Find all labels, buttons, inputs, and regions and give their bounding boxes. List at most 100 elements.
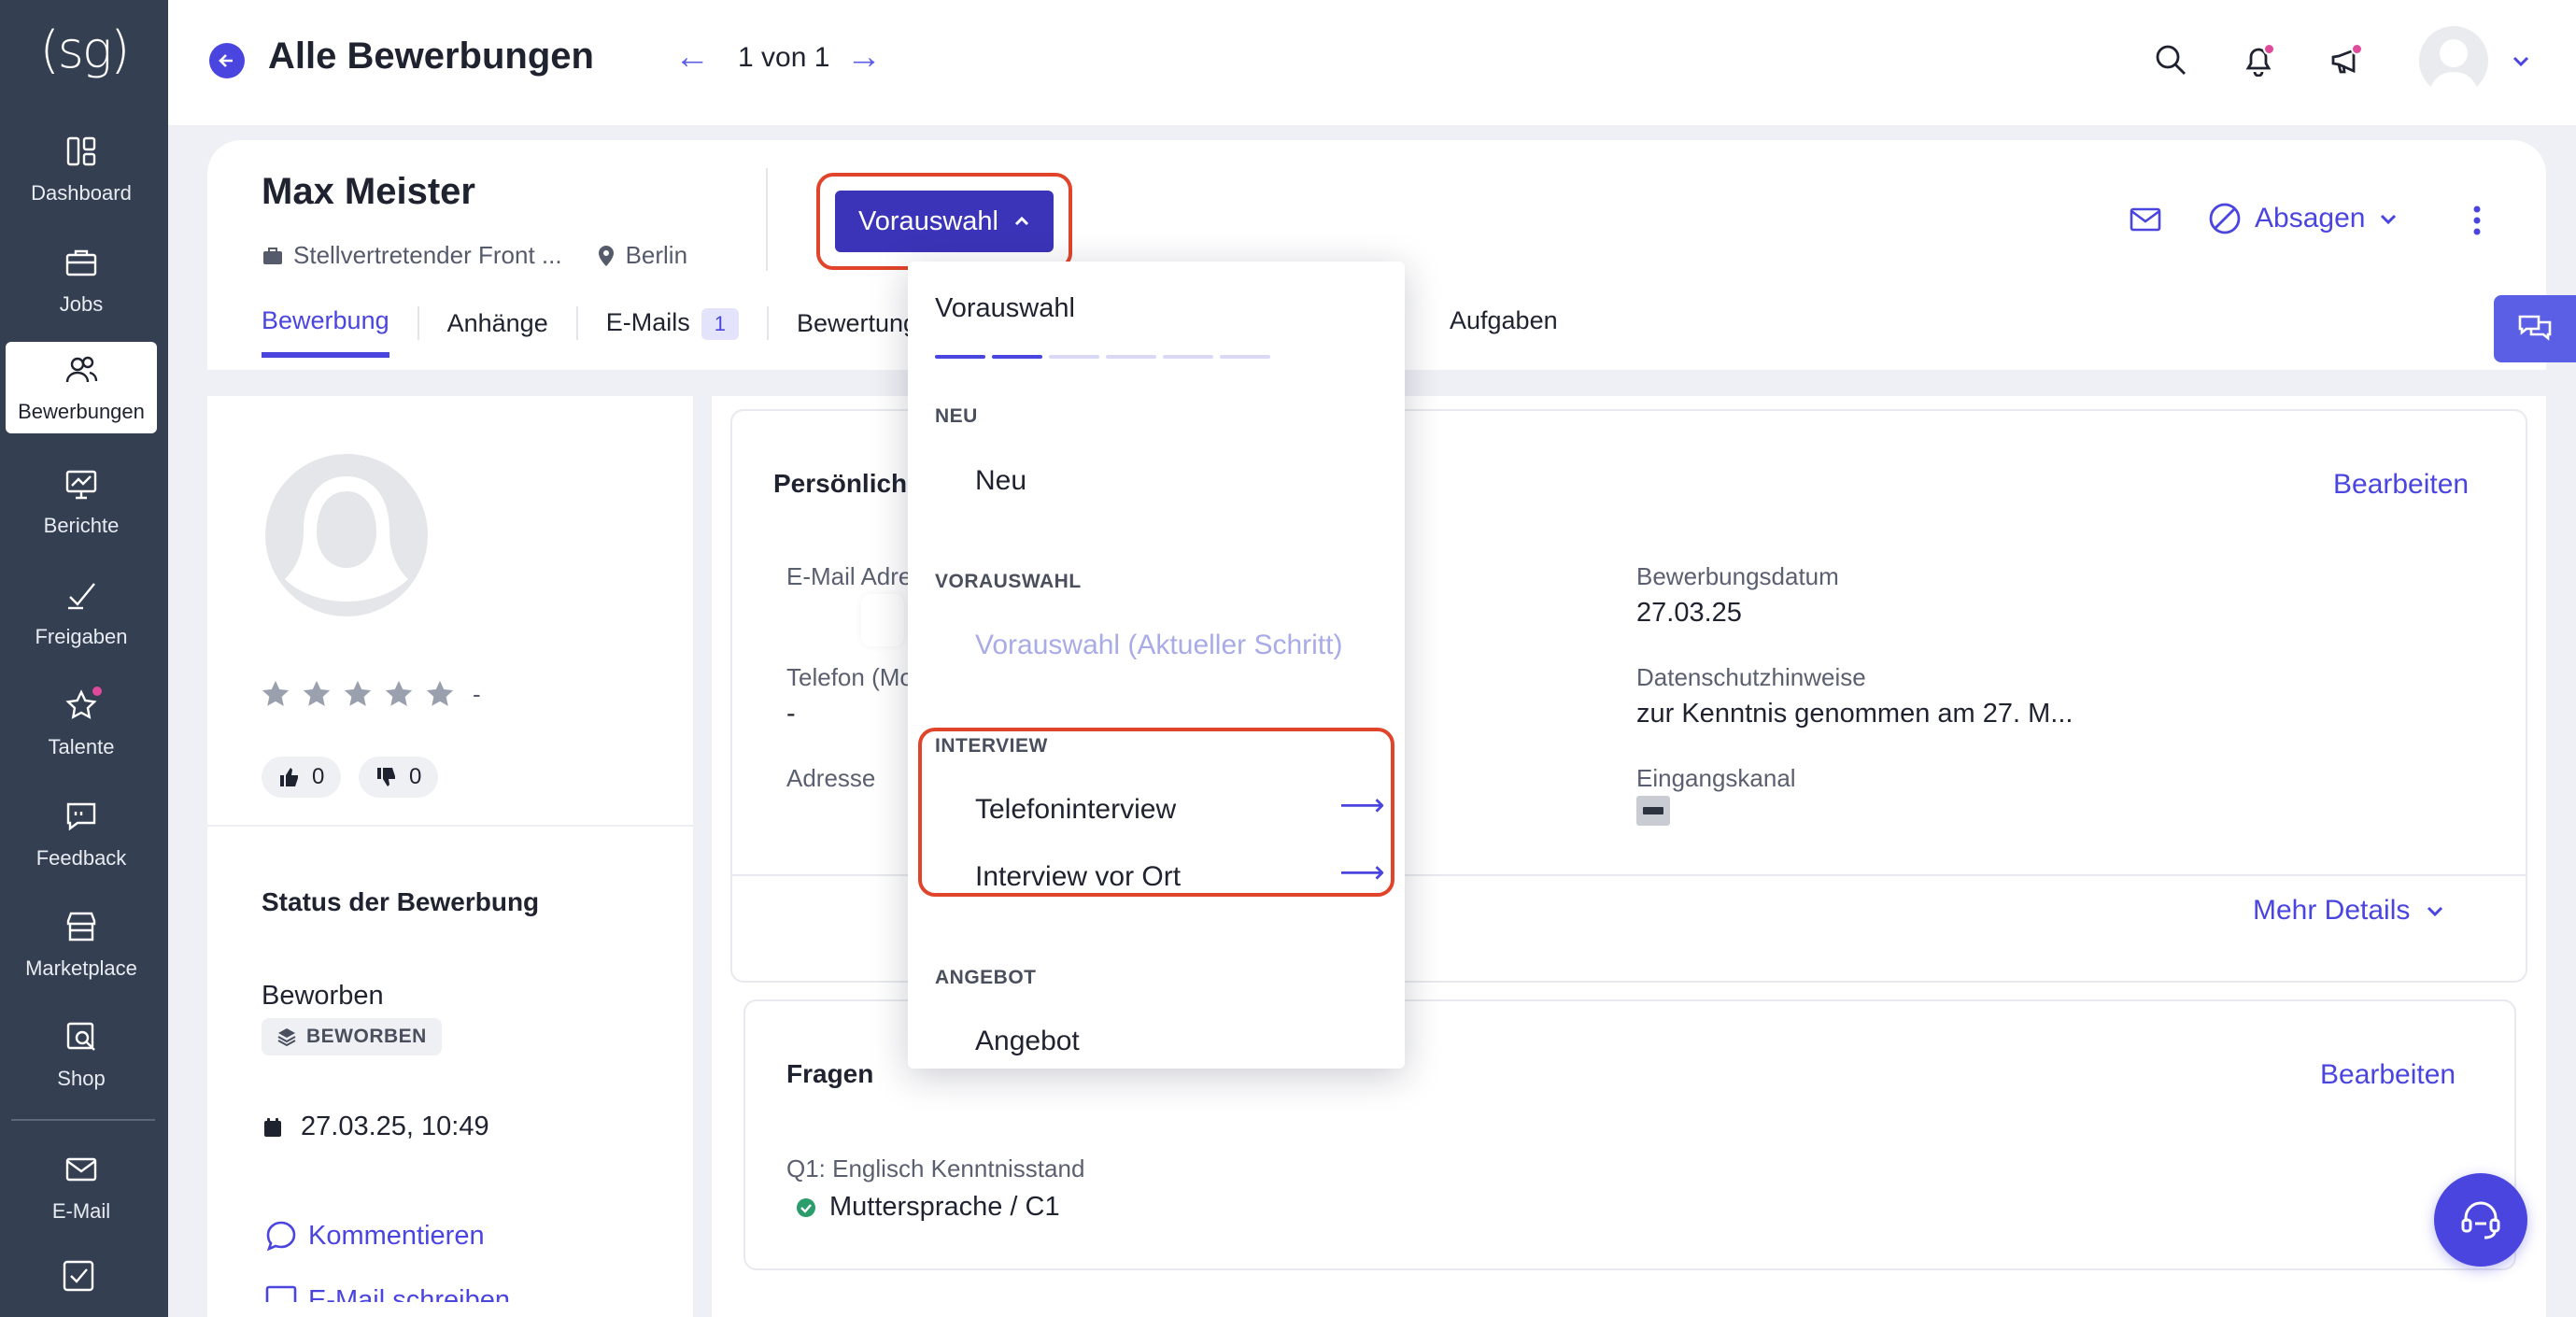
star-icon[interactable] bbox=[383, 678, 415, 710]
status-text: Beworben bbox=[262, 981, 384, 1011]
questions-edit-button[interactable]: Bearbeiten bbox=[2320, 1059, 2456, 1091]
megaphone-icon[interactable] bbox=[2328, 41, 2365, 78]
stage-button-label: Vorauswahl bbox=[858, 205, 998, 236]
star-icon[interactable] bbox=[424, 678, 456, 710]
sidebar-item-dashboard[interactable]: Dashboard bbox=[6, 123, 157, 215]
tab-bewerbung[interactable]: Bewerbung bbox=[262, 306, 389, 358]
thumbs-up-count: 0 bbox=[312, 764, 325, 789]
sidebar-item-marketplace[interactable]: Marketplace bbox=[6, 899, 157, 990]
sidebar-item-bewerbungen[interactable]: Bewerbungen bbox=[6, 342, 157, 433]
question-answer-text: Muttersprache / C1 bbox=[829, 1192, 1060, 1222]
back-button[interactable] bbox=[209, 43, 245, 78]
left-divider bbox=[207, 825, 693, 827]
email-count-badge: 1 bbox=[701, 307, 739, 340]
notification-dot bbox=[2351, 43, 2363, 55]
application-date-value: 27.03.25, 10:49 bbox=[301, 1112, 489, 1141]
sidebar-item-label: Bewerbungen bbox=[18, 400, 145, 423]
stage-option-interview-vor-ort[interactable]: Interview vor Ort bbox=[975, 861, 1181, 893]
progress-segment-filled bbox=[935, 355, 985, 359]
stage-dropdown-button[interactable]: Vorauswahl bbox=[835, 191, 1054, 252]
personal-heading: Persönlich bbox=[773, 469, 908, 498]
tab-anhaenge[interactable]: Anhänge bbox=[447, 309, 548, 355]
sidebar-item-label: Jobs bbox=[59, 292, 104, 316]
write-email-label: E-Mail schreiben bbox=[308, 1285, 510, 1302]
headset-icon bbox=[2461, 1201, 2500, 1239]
application-date: 27.03.25, 10:49 bbox=[262, 1112, 489, 1142]
search-icon[interactable] bbox=[2152, 41, 2189, 78]
sidebar-item-label: Marketplace bbox=[25, 956, 137, 980]
more-details-button[interactable]: Mehr Details bbox=[2253, 895, 2445, 927]
tab-label: E-Mails bbox=[605, 307, 690, 336]
tab-aufgaben[interactable]: Aufgaben bbox=[1450, 306, 1558, 335]
star-icon[interactable] bbox=[301, 678, 333, 710]
bell-icon[interactable] bbox=[2240, 41, 2277, 78]
store-icon bbox=[63, 908, 100, 945]
user-avatar[interactable] bbox=[2419, 26, 2488, 95]
questions-heading: Fragen bbox=[786, 1059, 874, 1088]
help-support-button[interactable] bbox=[2434, 1173, 2527, 1267]
more-details-label: Mehr Details bbox=[2253, 895, 2411, 926]
thumbs-up-icon bbox=[280, 768, 298, 786]
sidebar-item-feedback[interactable]: Feedback bbox=[6, 788, 157, 880]
sidebar-item-jobs[interactable]: Jobs bbox=[6, 234, 157, 326]
page-title: Alle Bewerbungen bbox=[268, 35, 594, 77]
chevron-down-icon[interactable] bbox=[2511, 50, 2531, 76]
briefcase-icon bbox=[63, 244, 100, 281]
mail-icon[interactable] bbox=[2130, 205, 2161, 238]
candidate-location: Berlin bbox=[625, 241, 688, 269]
shop-icon bbox=[63, 1018, 100, 1055]
personal-edit-button[interactable]: Bearbeiten bbox=[2333, 469, 2469, 501]
channel-icon bbox=[1636, 796, 1670, 826]
tab-bewertung[interactable]: Bewertung bbox=[797, 309, 917, 355]
candidate-name: Max Meister bbox=[262, 171, 475, 212]
comment-link[interactable]: Kommentieren bbox=[265, 1220, 485, 1252]
sidebar-item-shop[interactable]: Shop bbox=[6, 1009, 157, 1100]
reject-button[interactable]: Absagen bbox=[2208, 202, 2399, 235]
section-vorauswahl: VORAUSWAHL bbox=[935, 571, 1082, 592]
pager-next-button[interactable]: → bbox=[846, 37, 882, 78]
checkbox-icon[interactable] bbox=[62, 1259, 95, 1297]
status-badge: BEWORBEN bbox=[262, 1018, 442, 1055]
progress-segment-filled bbox=[992, 355, 1042, 359]
rating-stars[interactable]: - bbox=[260, 678, 481, 710]
progress-segment-empty bbox=[1106, 355, 1156, 359]
sidebar-item-label: Berichte bbox=[43, 514, 120, 537]
sidebar-item-berichte[interactable]: Berichte bbox=[6, 456, 157, 547]
app-logo[interactable]: (sg) bbox=[0, 21, 168, 79]
tab-divider bbox=[417, 306, 419, 340]
star-icon[interactable] bbox=[260, 678, 291, 710]
stage-option-telefoninterview[interactable]: Telefoninterview bbox=[975, 794, 1176, 826]
star-icon[interactable] bbox=[342, 678, 374, 710]
email-value-field[interactable] bbox=[861, 594, 904, 646]
candidate-job[interactable]: Stellvertretender Front ... bbox=[293, 241, 562, 270]
sidebar-item-label: Feedback bbox=[35, 846, 127, 870]
notification-dot bbox=[2263, 43, 2275, 55]
chat-side-tab[interactable] bbox=[2494, 295, 2576, 362]
channel-label: Eingangskanal bbox=[1636, 764, 1796, 792]
chevron-down-icon bbox=[2381, 214, 2397, 225]
thumbs-down-button[interactable]: 0 bbox=[359, 757, 439, 798]
candidate-meta: Stellvertretender Front ... Berlin bbox=[262, 241, 687, 270]
block-icon bbox=[2209, 203, 2241, 234]
more-vertical-icon[interactable] bbox=[2468, 204, 2486, 242]
sidebar-item-freigaben[interactable]: Freigaben bbox=[6, 567, 157, 658]
sidebar-item-label: Shop bbox=[57, 1067, 106, 1090]
pager-prev-button[interactable]: ← bbox=[674, 37, 710, 78]
section-neu: NEU bbox=[935, 405, 978, 427]
section-angebot: ANGEBOT bbox=[935, 967, 1037, 988]
sidebar-item-talente[interactable]: Talente bbox=[6, 677, 157, 769]
sidebar-item-email[interactable]: E-Mail bbox=[6, 1141, 157, 1233]
stage-option-neu[interactable]: Neu bbox=[975, 465, 1026, 497]
approve-icon bbox=[63, 576, 100, 614]
sidebar: (sg) Dashboard Jobs Bewerbungen Berichte… bbox=[0, 0, 168, 1317]
tab-emails[interactable]: E-Mails 1 bbox=[605, 307, 739, 357]
arrow-right-icon: ⟶ bbox=[1339, 787, 1385, 823]
status-chip-label: BEWORBEN bbox=[306, 1026, 427, 1047]
stage-option-angebot[interactable]: Angebot bbox=[975, 1026, 1080, 1057]
section-interview: INTERVIEW bbox=[935, 735, 1048, 757]
write-email-link[interactable]: E-Mail schreiben bbox=[265, 1282, 510, 1302]
question-answer: Muttersprache / C1 bbox=[796, 1192, 1060, 1223]
reject-label: Absagen bbox=[2255, 203, 2366, 234]
thumbs-up-button[interactable]: 0 bbox=[262, 757, 342, 798]
privacy-label: Datenschutzhinweise bbox=[1636, 663, 1866, 691]
